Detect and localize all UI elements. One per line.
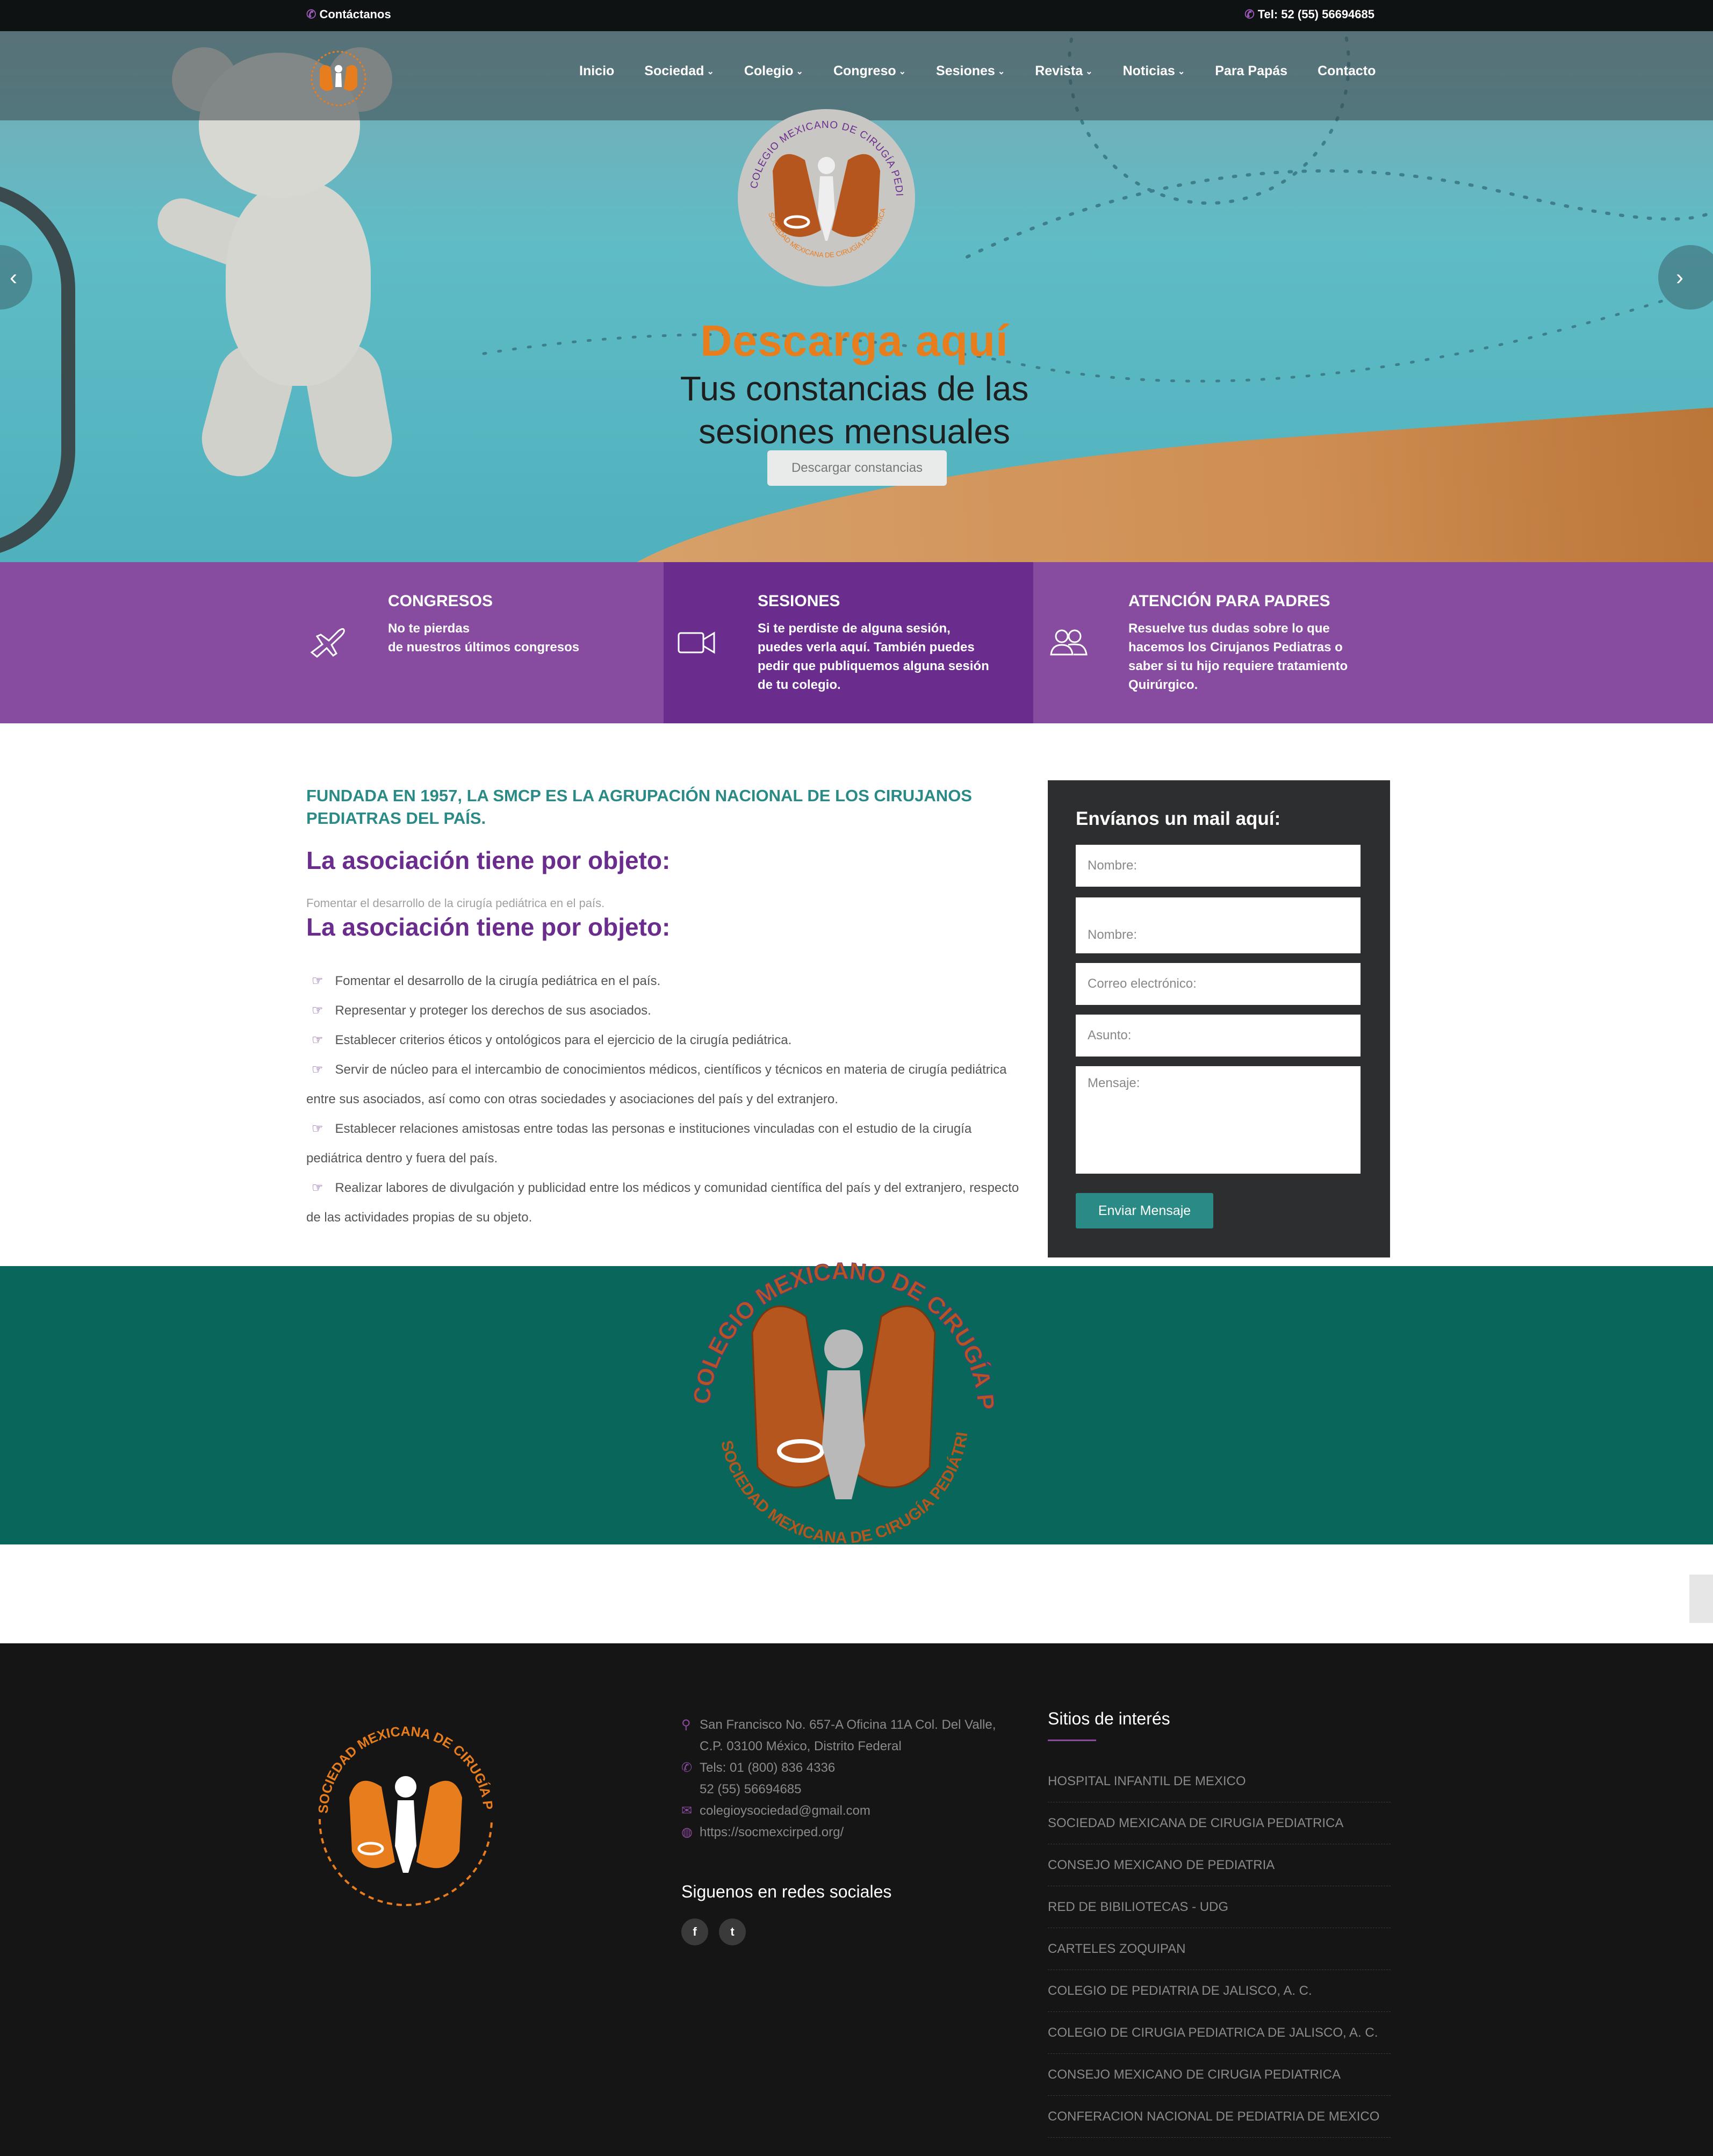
nav-contacto[interactable]: Contacto <box>1318 63 1376 79</box>
list-item: ☞ Servir de núcleo para el intercambio de… <box>306 1062 1007 1106</box>
users-icon <box>1050 629 1088 656</box>
video-camera-icon <box>678 631 715 654</box>
svg-text:SOCIEDAD MEXICANA DE CIRUGÍA P: SOCIEDAD MEXICANA DE CIRUGÍA PEDIÁTRICA,… <box>306 1717 495 1814</box>
site-link[interactable]: CONFERACION NACIONAL DE PEDIATRIA DE MEX… <box>1048 2096 1391 2138</box>
send-message-button[interactable]: Enviar Mensaje <box>1076 1193 1213 1228</box>
feature-text: No te pierdas de nuestros últimos congre… <box>388 621 580 655</box>
download-certificates-button[interactable]: Descargar constancias <box>767 450 947 486</box>
social-heading: Siguenos en redes sociales <box>681 1882 892 1901</box>
chevron-right-icon: › <box>1676 264 1683 290</box>
name-input[interactable]: Nombre: <box>1076 845 1361 887</box>
list-item: ☞ Establecer relaciones amistosas entre t… <box>306 1122 972 1166</box>
chevron-down-icon: ⌄ <box>997 67 1005 76</box>
colegio-logo-large: COLEGIO MEXICANO DE CIRUGÍA PEDIÁTRICA, … <box>672 1257 999 1547</box>
map-pin-icon: ⚲ <box>681 1717 691 1732</box>
colegio-logo: COLEGIO MEXICANO DE CIRUGÍA PEDIÁTRICA, … <box>735 106 915 286</box>
hand-pointer-icon: ☞ <box>312 1062 323 1077</box>
hand-pointer-icon: ☞ <box>312 1003 323 1018</box>
chevron-down-icon: ⌄ <box>1085 67 1093 76</box>
list-item: ☞ Establecer criterios éticos y ontológic… <box>312 1033 792 1047</box>
chevron-down-icon: ⌄ <box>1177 67 1185 76</box>
hero-subtitle: Tus constancias de las sesiones mensuale… <box>680 369 1029 451</box>
site-link[interactable]: HOSPITAL INFANTIL DE MEXICO <box>1048 1760 1391 1802</box>
message-textarea[interactable]: Mensaje: <box>1076 1066 1361 1174</box>
about-section: FUNDADA EN 1957, LA SMCP ES LA AGRUPACIÓ… <box>306 785 1021 1232</box>
contact-form: Envíanos un mail aquí: Nombre: Nombre: C… <box>1048 780 1390 1257</box>
site-link[interactable]: COLEGIO DE PEDIATRIA DE JALISCO, A. C. <box>1048 1970 1391 2012</box>
hero-title: Descarga aquí <box>700 317 1009 365</box>
site-link[interactable]: CONSEJO MEXICANO DE PEDIATRIA <box>1048 1844 1391 1886</box>
about-ghost-text: Fomentar el desarrollo de la cirugía ped… <box>306 896 605 910</box>
globe-icon: ◍ <box>681 1825 693 1839</box>
social-links: f t <box>681 1918 1025 1945</box>
nav-congreso[interactable]: Congreso ⌄ <box>833 63 906 79</box>
phone-icon: ✆ <box>1244 8 1255 21</box>
scroll-to-top-button[interactable] <box>1689 1575 1713 1623</box>
feature-padres[interactable]: ATENCIÓN PARA PADRES Resuelve tus dudas … <box>1033 562 1713 723</box>
hero-slider: Inicio Sociedad ⌄ Colegio ⌄ Congreso ⌄ Sesi… <box>0 31 1713 562</box>
footer-website-link[interactable]: https://socmexcirped.org/ <box>700 1822 844 1843</box>
features-strip: CONGRESOS No te pierdas de nuestros últi… <box>0 562 1713 723</box>
chevron-down-icon: ⌄ <box>707 67 714 76</box>
footer-logo-text: SOCIEDAD MEXICANA DE CIRUGÍA PEDIÁTRICA,… <box>306 1717 495 1814</box>
objectives-list: ☞ Fomentar el desarrollo de la cirugía pe… <box>306 966 1021 1232</box>
main-menu: Inicio Sociedad ⌄ Colegio ⌄ Congreso ⌄ Sesi… <box>579 63 1376 79</box>
form-title: Envíanos un mail aquí: <box>1076 808 1281 829</box>
about-tagline: FUNDADA EN 1957, LA SMCP ES LA AGRUPACIÓ… <box>306 786 972 828</box>
twitter-icon[interactable]: t <box>719 1918 746 1945</box>
feature-text: Si te perdiste de alguna sesión, puedes … <box>758 621 989 692</box>
hand-pointer-icon: ☞ <box>312 1181 323 1195</box>
nav-sociedad[interactable]: Sociedad ⌄ <box>644 63 714 79</box>
sites-heading: Sitios de interés <box>1048 1709 1170 1728</box>
email-input[interactable]: Correo electrónico: <box>1076 963 1361 1005</box>
site-link[interactable]: COLEGIO DE CIRUGIA PEDIATRICA DE JALISCO… <box>1048 2012 1391 2054</box>
subject-input[interactable]: Asunto: <box>1076 1015 1361 1057</box>
sites-of-interest: Sitios de interés HOSPITAL INFANTIL DE M… <box>1048 1709 1391 2138</box>
nav-inicio[interactable]: Inicio <box>579 63 614 79</box>
footer-logo: SOCIEDAD MEXICANA DE CIRUGÍA PEDIÁTRICA,… <box>306 1717 495 1906</box>
page: { "topbar": {"contact": "Contáctanos", "… <box>0 0 1713 2156</box>
nav-colegio[interactable]: Colegio ⌄ <box>744 63 803 79</box>
contact-link[interactable]: ✆ Contáctanos <box>306 8 391 21</box>
hand-pointer-icon: ☞ <box>312 1122 323 1136</box>
phone-icon: ✆ <box>306 8 316 21</box>
feature-congresos[interactable]: CONGRESOS No te pierdas de nuestros últi… <box>0 562 664 723</box>
feature-text: Resuelve tus dudas sobre lo que hacemos … <box>1128 621 1348 692</box>
phone-number: ✆ Tel: 52 (55) 56694685 <box>1244 8 1374 21</box>
heading-underline <box>1048 1740 1096 1741</box>
phone-icon: ✆ <box>681 1760 693 1775</box>
site-logo[interactable] <box>306 48 371 107</box>
about-heading-2: La asociación tiene por objeto: <box>306 913 671 941</box>
about-heading: La asociación tiene por objeto: <box>306 846 671 874</box>
footer-email-link[interactable]: colegioysociedad@gmail.com <box>700 1800 870 1822</box>
chevron-left-icon: ‹ <box>10 264 17 290</box>
list-item: ☞ Representar y proteger los derechos de … <box>312 1003 651 1018</box>
airplane-icon <box>310 628 345 658</box>
site-link[interactable]: CARTELES ZOQUIPAN <box>1048 1928 1391 1970</box>
chevron-down-icon: ⌄ <box>796 67 803 76</box>
list-item: ☞ Fomentar el desarrollo de la cirugía pe… <box>312 974 661 988</box>
feature-sesiones[interactable]: SESIONES Si te perdiste de alguna sesión… <box>664 562 1033 723</box>
site-link[interactable]: CONSEJO MEXICANO DE CIRUGIA PEDIATRICA <box>1048 2054 1391 2096</box>
footer-contact-info: ⚲ San Francisco No. 657-A Oficina 11A Co… <box>681 1714 1025 1945</box>
facebook-icon[interactable]: f <box>681 1918 708 1945</box>
chevron-down-icon: ⌄ <box>898 67 906 76</box>
nav-para-papas[interactable]: Para Papás <box>1215 63 1287 79</box>
hand-pointer-icon: ☞ <box>312 974 323 988</box>
nav-revista[interactable]: Revista ⌄ <box>1035 63 1092 79</box>
nav-noticias[interactable]: Noticias ⌄ <box>1123 63 1185 79</box>
nav-sesiones[interactable]: Sesiones ⌄ <box>936 63 1005 79</box>
envelope-icon: ✉ <box>681 1803 693 1818</box>
list-item: ☞ Realizar labores de divulgación y publi… <box>306 1181 1019 1225</box>
site-link[interactable]: RED DE BIBILIOTECAS - UDG <box>1048 1886 1391 1928</box>
top-bar: ✆ Contáctanos ✆ Tel: 52 (55) 56694685 <box>0 0 1713 31</box>
site-link[interactable]: SOCIEDAD MEXICANA DE CIRUGIA PEDIATRICA <box>1048 1802 1391 1844</box>
name-input-2[interactable]: Nombre: <box>1076 897 1361 953</box>
hand-pointer-icon: ☞ <box>312 1033 323 1047</box>
